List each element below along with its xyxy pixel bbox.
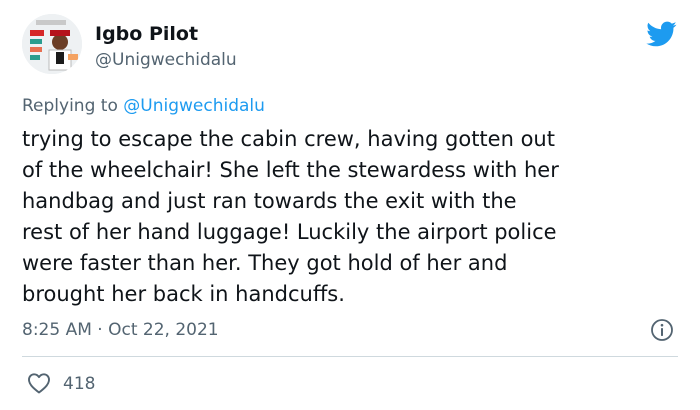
replying-to: Replying to @Unigwechidalu: [22, 95, 265, 117]
user-handle[interactable]: @Unigwechidalu: [95, 49, 237, 71]
tweet-text: trying to escape the cabin crew, having …: [22, 124, 692, 310]
reply-mention-link[interactable]: @Unigwechidalu: [123, 96, 265, 116]
tweet-text-line: of the wheelchair! She left the stewarde…: [22, 158, 559, 182]
tweet-timestamp[interactable]: 8:25 AM · Oct 22, 2021: [22, 319, 219, 341]
tweet-text-line: rest of her hand luggage! Luckily the ai…: [22, 220, 557, 244]
tweet-text-line: trying to escape the cabin crew, having …: [22, 127, 555, 151]
divider: [22, 356, 678, 357]
display-name[interactable]: Igbo Pilot: [95, 22, 198, 46]
info-icon[interactable]: [650, 318, 674, 342]
tweet-text-line: brought her back in handcuffs.: [22, 282, 345, 306]
like-count: 418: [63, 374, 96, 394]
twitter-bird-icon[interactable]: [645, 20, 677, 48]
replying-to-prefix: Replying to: [22, 96, 124, 116]
tweet-text-line: were faster than her. They got hold of h…: [22, 251, 508, 275]
tweet-text-line: handbag and just ran towards the exit wi…: [22, 189, 517, 213]
avatar[interactable]: [22, 14, 82, 74]
heart-icon[interactable]: [27, 372, 51, 394]
